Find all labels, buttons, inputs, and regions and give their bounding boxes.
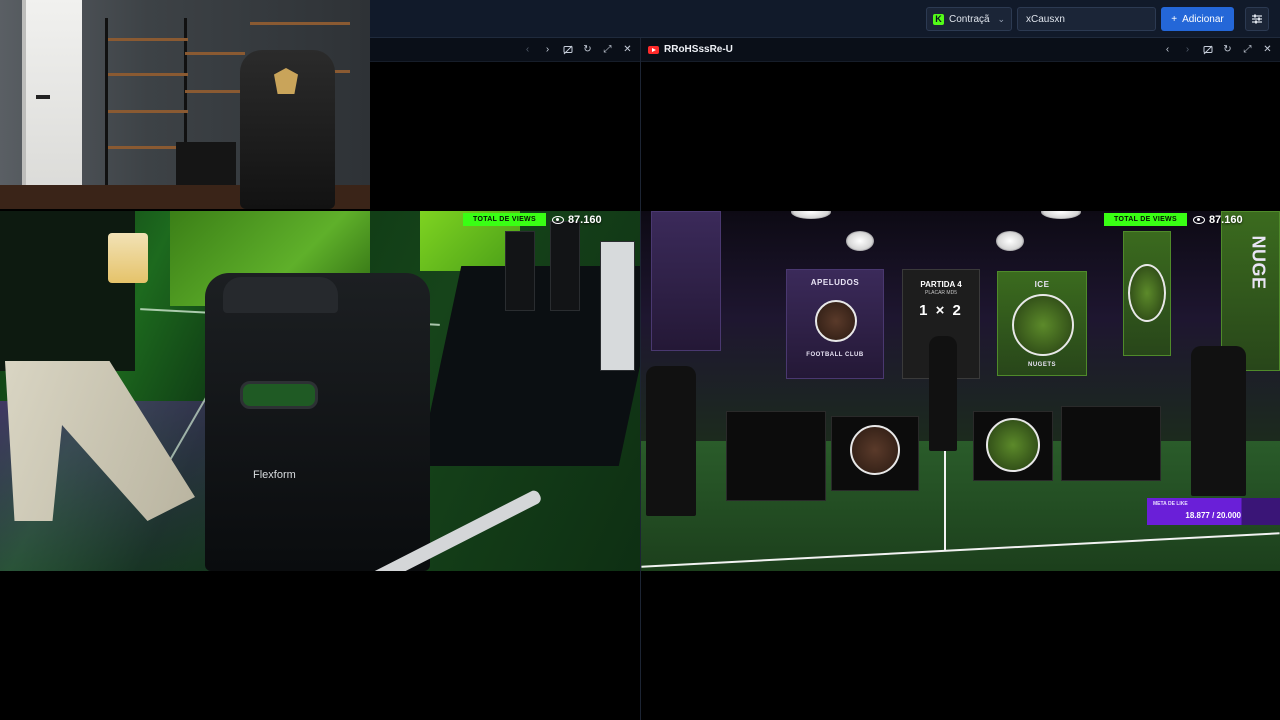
views-badge: TOTAL DE VIEWS 87.160	[1104, 213, 1243, 226]
banner-title: ICE	[1034, 280, 1050, 289]
monitor	[550, 221, 580, 311]
player	[929, 336, 957, 451]
youtube-icon	[648, 45, 659, 54]
gaming-chair: Flexform	[205, 273, 430, 571]
close-icon[interactable]: ✕	[1262, 44, 1273, 55]
shelf	[185, 90, 245, 93]
gaming-booth	[973, 411, 1053, 481]
apeludos-emblem	[850, 425, 900, 475]
ice-emblem	[986, 418, 1040, 472]
platform-select[interactable]: K Contraçã ⌄	[926, 7, 1012, 31]
field-line	[944, 441, 946, 551]
stream-title-text: RRoHSssRe-U	[664, 44, 733, 55]
shelf	[108, 110, 188, 113]
ice-emblem	[1012, 294, 1074, 356]
views-badge: TOTAL DE VIEWS 87.160	[463, 213, 602, 226]
refresh-icon[interactable]: ↻	[1222, 44, 1233, 55]
gaming-booth	[726, 411, 826, 501]
views-label: TOTAL DE VIEWS	[1104, 213, 1187, 226]
sliders-icon	[1252, 14, 1262, 24]
platform-select-label: Contraçã	[949, 13, 990, 25]
shelf	[250, 22, 350, 25]
gaming-booth	[831, 416, 919, 491]
views-count: 87.160	[1192, 213, 1243, 226]
kick-logo-icon: K	[933, 13, 944, 25]
player	[646, 366, 696, 516]
ice-pennant	[1123, 231, 1171, 356]
plus-icon: +	[1171, 13, 1178, 25]
side-banner-text: NUGE	[1248, 235, 1269, 290]
shelf	[108, 38, 188, 41]
views-label: TOTAL DE VIEWS	[463, 213, 546, 226]
banner-subtitle: FOOTBALL CLUB	[806, 352, 864, 358]
door-handle	[36, 95, 50, 99]
score-title: PARTIDA 4	[920, 280, 962, 289]
expand-icon[interactable]: ⤢	[1242, 44, 1253, 55]
score-subtitle: PLACAR MD5	[925, 290, 957, 296]
banner-subtitle: NUGETS	[1027, 362, 1056, 368]
team-banner-ice: ICE NUGETS	[997, 271, 1087, 376]
stage-light	[996, 231, 1024, 251]
channel-input[interactable]	[1017, 7, 1156, 31]
eye-icon	[551, 215, 564, 224]
eye-icon	[1192, 215, 1205, 224]
panel-controls: ‹ › ↻ ⤢ ✕	[522, 44, 633, 55]
views-count-value: 87.160	[567, 213, 602, 226]
stage-light	[846, 231, 874, 251]
panel-header: RRoHSssRe-U ‹ › ↻ ⤢ ✕	[641, 38, 1280, 62]
shelf-unit	[105, 18, 188, 198]
side-banner-left	[651, 211, 721, 351]
video-player-right[interactable]: APELUDOS FOOTBALL CLUB PARTIDA 4 PLACAR …	[641, 211, 1280, 571]
views-count-value: 87.160	[1208, 213, 1243, 226]
shelf	[108, 73, 188, 76]
shelf	[185, 52, 245, 55]
views-count: 87.160	[551, 213, 602, 226]
hide-chat-icon[interactable]	[562, 44, 573, 55]
chevron-down-icon: ⌄	[997, 13, 1005, 24]
like-goal-track	[1247, 498, 1280, 525]
cup	[108, 233, 148, 283]
banner-title: APELUDOS	[810, 278, 860, 287]
refresh-icon[interactable]: ↻	[582, 44, 593, 55]
video-player-left[interactable]: Flexform TOTAL DE VIEWS 87.160	[0, 211, 640, 571]
add-button-label: Adicionar	[1182, 13, 1224, 25]
stage-light	[791, 211, 831, 219]
monitor	[600, 241, 635, 371]
settings-button[interactable]	[1245, 7, 1269, 31]
like-goal: META DE LIKE 18.877 / 20.000	[1147, 498, 1247, 525]
chevron-right-icon[interactable]: ›	[1182, 44, 1193, 55]
stream-panel-right: RRoHSssRe-U ‹ › ↻ ⤢ ✕ APELUDOS FOOTBALL …	[641, 38, 1280, 720]
like-goal-value: 18.877 / 20.000	[1185, 511, 1241, 520]
monitor	[505, 231, 535, 311]
chair-brand: Flexform	[253, 469, 296, 481]
team-banner-apeludos: APELUDOS FOOTBALL CLUB	[786, 269, 884, 379]
gaming-booth	[1061, 406, 1161, 481]
expand-icon[interactable]: ⤢	[602, 44, 613, 55]
chevron-left-icon[interactable]: ‹	[1162, 44, 1173, 55]
panel-controls: ‹ › ↻ ⤢ ✕	[1162, 44, 1273, 55]
chair-logo-icon	[274, 68, 298, 94]
apeludos-emblem	[815, 300, 857, 342]
score-value: 1 × 2	[919, 302, 963, 319]
chevron-left-icon[interactable]: ‹	[522, 44, 533, 55]
chevron-right-icon[interactable]: ›	[542, 44, 553, 55]
chair-headrest	[223, 277, 338, 313]
webcam-overlay[interactable]	[0, 0, 370, 209]
door	[22, 0, 82, 209]
chair-slot	[240, 381, 318, 409]
stream-title: RRoHSssRe-U	[648, 44, 733, 55]
add-button[interactable]: + Adicionar	[1161, 7, 1234, 31]
player	[1191, 346, 1246, 496]
ice-emblem	[1128, 264, 1166, 322]
gaming-chair	[240, 50, 335, 209]
like-goal-label: META DE LIKE	[1153, 501, 1188, 507]
hide-chat-icon[interactable]	[1202, 44, 1213, 55]
close-icon[interactable]: ✕	[622, 44, 633, 55]
stage-light	[1041, 211, 1081, 219]
